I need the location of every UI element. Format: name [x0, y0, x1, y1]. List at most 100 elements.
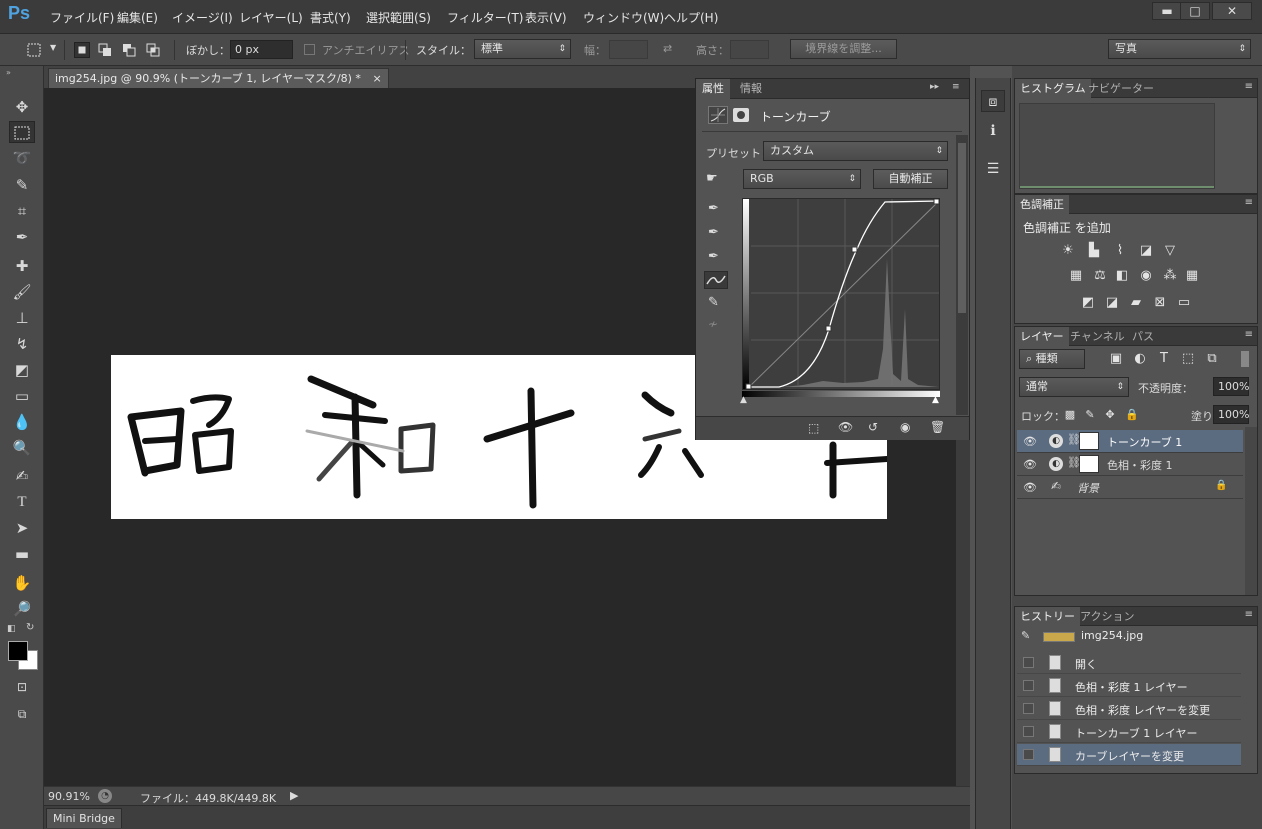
menu-filter[interactable]: フィルター(T) [447, 9, 523, 26]
tab-layers[interactable]: レイヤー [1015, 327, 1069, 346]
move-tool-icon[interactable]: ✥ [9, 96, 35, 118]
curve-point-tool-icon[interactable] [704, 271, 728, 289]
pen-tool-icon[interactable]: ✍ [9, 465, 35, 487]
levels-icon[interactable]: ▙ [1085, 243, 1103, 259]
preset-select[interactable]: カスタム ⇕ [763, 141, 948, 161]
refine-edge-button[interactable]: 境界線を調整... [790, 39, 897, 59]
color-balance-icon[interactable]: ⚖ [1091, 268, 1109, 284]
collapse-icon[interactable]: » [6, 68, 11, 77]
brush-tool-icon[interactable]: 🖌 [9, 281, 35, 303]
default-colors-icon[interactable]: ◧ [7, 624, 16, 634]
chevron-down-icon[interactable]: ▼ [50, 43, 56, 52]
brightness-icon[interactable]: ☀ [1059, 243, 1077, 259]
tab-navigator[interactable]: ナビゲーター [1083, 79, 1159, 98]
filter-pixel-icon[interactable]: ▣ [1107, 351, 1125, 367]
curves-icon[interactable]: ⌇ [1111, 243, 1129, 259]
history-brush-source-icon[interactable]: ✎ [1021, 629, 1030, 642]
white-point-eyedropper-icon[interactable]: ✒ [708, 249, 719, 264]
quick-selection-tool-icon[interactable]: ✎ [9, 174, 35, 196]
tab-history[interactable]: ヒストリー [1015, 607, 1080, 626]
layer-name[interactable]: 背景 [1077, 480, 1099, 496]
fill-input[interactable]: 100% [1213, 405, 1249, 424]
mini-bridge-tab[interactable]: Mini Bridge [46, 808, 122, 828]
black-slider-icon[interactable]: ▲ [740, 395, 747, 405]
menu-view[interactable]: 表示(V) [525, 9, 567, 26]
zoom-tool-icon[interactable]: 🔎 [9, 598, 35, 620]
menu-image[interactable]: イメージ(I) [172, 9, 233, 26]
black-white-icon[interactable]: ◧ [1113, 268, 1131, 284]
history-item[interactable]: トーンカーブ 1 レイヤー [1017, 721, 1241, 743]
gradient-map-icon[interactable]: ▭ [1175, 295, 1193, 311]
new-selection-icon[interactable] [74, 42, 90, 58]
tab-properties[interactable]: 属性 [696, 79, 730, 99]
threshold-icon[interactable]: ▰ [1127, 295, 1145, 311]
layer-row[interactable]: 👁 ◐ ⛓ 色相・彩度 1 [1017, 453, 1243, 476]
tab-histogram[interactable]: ヒストグラム [1015, 79, 1091, 98]
history-item[interactable]: 色相・彩度 レイヤーを変更 [1017, 698, 1241, 720]
history-brush-tool-icon[interactable]: ↯ [9, 333, 35, 355]
smooth-curve-icon[interactable]: ≁ [708, 317, 718, 331]
foreground-color-swatch[interactable] [8, 641, 28, 661]
collapse-icon[interactable]: ▸▸ [930, 82, 939, 92]
info-panel-icon[interactable]: ℹ [981, 120, 1005, 142]
workspace-select[interactable]: 写真 ⇕ [1108, 39, 1251, 59]
selective-color-icon[interactable]: ⊠ [1151, 295, 1169, 311]
layers-scrollbar[interactable] [1245, 427, 1257, 595]
on-image-adjust-icon[interactable]: ☛ [706, 171, 718, 186]
swap-icon[interactable]: ⇄ [663, 42, 672, 55]
history-brush-checkbox[interactable] [1023, 703, 1034, 714]
exposure-icon[interactable]: ◪ [1137, 243, 1155, 259]
history-brush-checkbox[interactable] [1023, 680, 1034, 691]
filter-toggle[interactable] [1241, 351, 1249, 367]
menu-help[interactable]: ヘルプ(H) [664, 9, 718, 26]
width-input[interactable] [609, 40, 648, 59]
layer-mask-icon[interactable] [733, 108, 749, 122]
pencil-curve-icon[interactable]: ✎ [708, 295, 719, 310]
channel-select[interactable]: RGB ⇕ [743, 169, 861, 189]
eyedropper-tool-icon[interactable]: ✒ [9, 226, 35, 248]
filter-type-icon[interactable]: T [1155, 351, 1173, 367]
close-window-button[interactable]: ✕ [1212, 2, 1252, 20]
status-info-icon[interactable]: ◔ [98, 789, 112, 803]
blur-tool-icon[interactable]: 💧 [9, 411, 35, 433]
hand-tool-icon[interactable]: ✋ [9, 572, 35, 594]
history-item[interactable]: 色相・彩度 1 レイヤー [1017, 675, 1241, 697]
curves-graph[interactable] [742, 198, 940, 390]
curves-adjustment-icon[interactable] [708, 106, 728, 124]
clip-to-layer-icon[interactable]: ⬚ [808, 421, 819, 435]
dodge-tool-icon[interactable]: 🔍 [9, 437, 35, 459]
maximize-button[interactable]: □ [1180, 2, 1210, 20]
marquee-preset-icon[interactable] [26, 42, 42, 58]
properties-panel-icon[interactable]: ⧈ [981, 90, 1005, 112]
channel-mixer-icon[interactable]: ⁂ [1161, 268, 1179, 284]
filter-smart-object-icon[interactable]: ⧉ [1203, 351, 1221, 367]
posterize-icon[interactable]: ◪ [1103, 295, 1121, 311]
panel-menu-icon[interactable]: ≡ [1245, 197, 1253, 208]
panel-menu-icon[interactable]: ≡ [1245, 609, 1253, 620]
path-selection-tool-icon[interactable]: ➤ [9, 517, 35, 539]
layer-name[interactable]: 色相・彩度 1 [1107, 457, 1173, 473]
type-tool-icon[interactable]: T [9, 491, 35, 513]
panel-menu-icon[interactable]: ≡ [952, 82, 960, 92]
white-slider-icon[interactable]: ▲ [932, 395, 939, 405]
document-tab[interactable]: img254.jpg @ 90.9% (トーンカーブ 1, レイヤーマスク/8)… [48, 68, 389, 88]
eraser-tool-icon[interactable]: ◩ [9, 359, 35, 381]
blend-mode-select[interactable]: 通常 ⇕ [1019, 377, 1129, 397]
vibrance-icon[interactable]: ▽ [1161, 243, 1179, 259]
visibility-icon[interactable]: ◉ [900, 420, 910, 434]
close-icon[interactable]: × [372, 72, 381, 85]
minimize-button[interactable]: ▬ [1152, 2, 1182, 20]
layer-mask-thumbnail[interactable] [1079, 455, 1099, 473]
height-input[interactable] [730, 40, 769, 59]
subtract-selection-icon[interactable] [121, 42, 137, 58]
layer-row[interactable]: 👁 ✍ 背景 🔒 [1017, 476, 1243, 499]
menu-edit[interactable]: 編集(E) [117, 9, 158, 26]
properties-scrollbar[interactable] [956, 135, 968, 415]
menu-select[interactable]: 選択範囲(S) [366, 9, 431, 26]
add-selection-icon[interactable] [97, 42, 113, 58]
tab-channels[interactable]: チャンネル [1065, 327, 1130, 346]
snapshot-name[interactable]: img254.jpg [1081, 629, 1143, 642]
filter-adjustment-icon[interactable]: ◐ [1131, 351, 1149, 367]
visibility-eye-icon[interactable]: 👁 [1023, 458, 1037, 471]
clone-stamp-tool-icon[interactable]: ⊥ [9, 307, 35, 329]
